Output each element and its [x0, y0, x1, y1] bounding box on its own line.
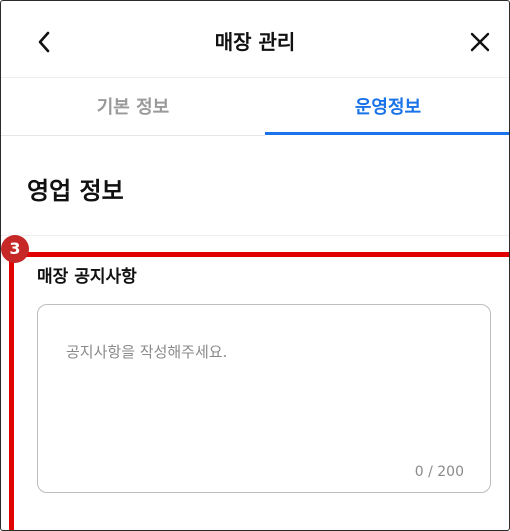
step-number-badge: 3: [1, 235, 29, 263]
tab-operation-info[interactable]: 운영정보: [265, 81, 509, 135]
section-divider: [1, 235, 509, 236]
tabs-divider: [1, 135, 265, 136]
header: 매장 관리: [1, 1, 509, 81]
close-button[interactable]: [463, 25, 497, 59]
app-frame: 매장 관리 기본 정보 운영정보 영업 정보 매장 공지사항 0 / 200 3: [0, 0, 510, 531]
close-icon: [470, 32, 490, 52]
tab-basic-info[interactable]: 기본 정보: [1, 81, 265, 135]
header-divider: [1, 77, 509, 78]
active-tab-indicator: [265, 132, 509, 135]
tab-bar: 기본 정보 운영정보: [1, 81, 509, 137]
section-title: 영업 정보: [27, 177, 124, 205]
annotation-highlight-box: [9, 252, 509, 530]
page-title: 매장 관리: [214, 30, 296, 54]
